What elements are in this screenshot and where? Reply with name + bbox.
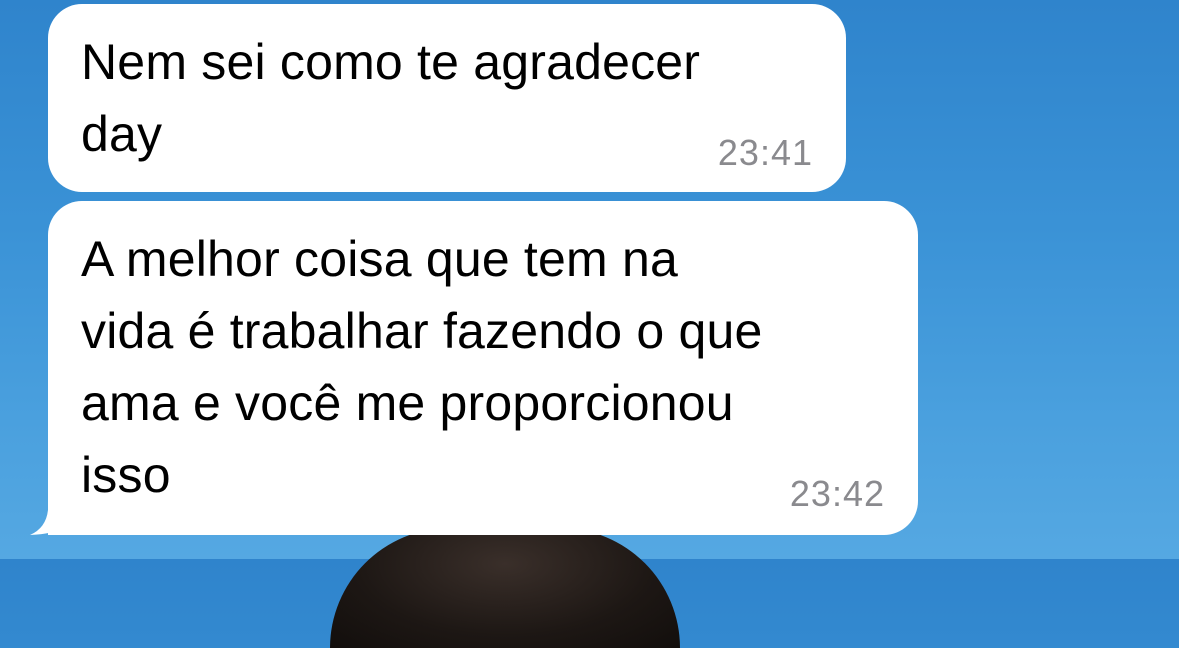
message-line: ama e você me proporcionou: [81, 375, 734, 431]
message-line: vida é trabalhar fazendo o que: [81, 303, 763, 359]
chat-area[interactable]: Nem sei como te agradecer day 23:41 A me…: [0, 0, 1179, 648]
message-line: Nem sei como te agradecer: [81, 34, 701, 90]
message-line: A melhor coisa que tem na: [81, 231, 678, 287]
wallpaper-photo: [330, 528, 680, 648]
message-text: Nem sei como te agradecer day: [81, 26, 700, 170]
message-bubble-incoming[interactable]: A melhor coisa que tem na vida é trabalh…: [48, 201, 918, 535]
message-text: A melhor coisa que tem na vida é trabalh…: [81, 223, 763, 511]
message-timestamp: 23:41: [717, 132, 813, 173]
message-timestamp: 23:42: [789, 473, 885, 514]
message-line: isso: [81, 447, 171, 503]
message-bubble-incoming[interactable]: Nem sei como te agradecer day 23:41: [48, 4, 846, 192]
message-line: day: [81, 106, 163, 162]
